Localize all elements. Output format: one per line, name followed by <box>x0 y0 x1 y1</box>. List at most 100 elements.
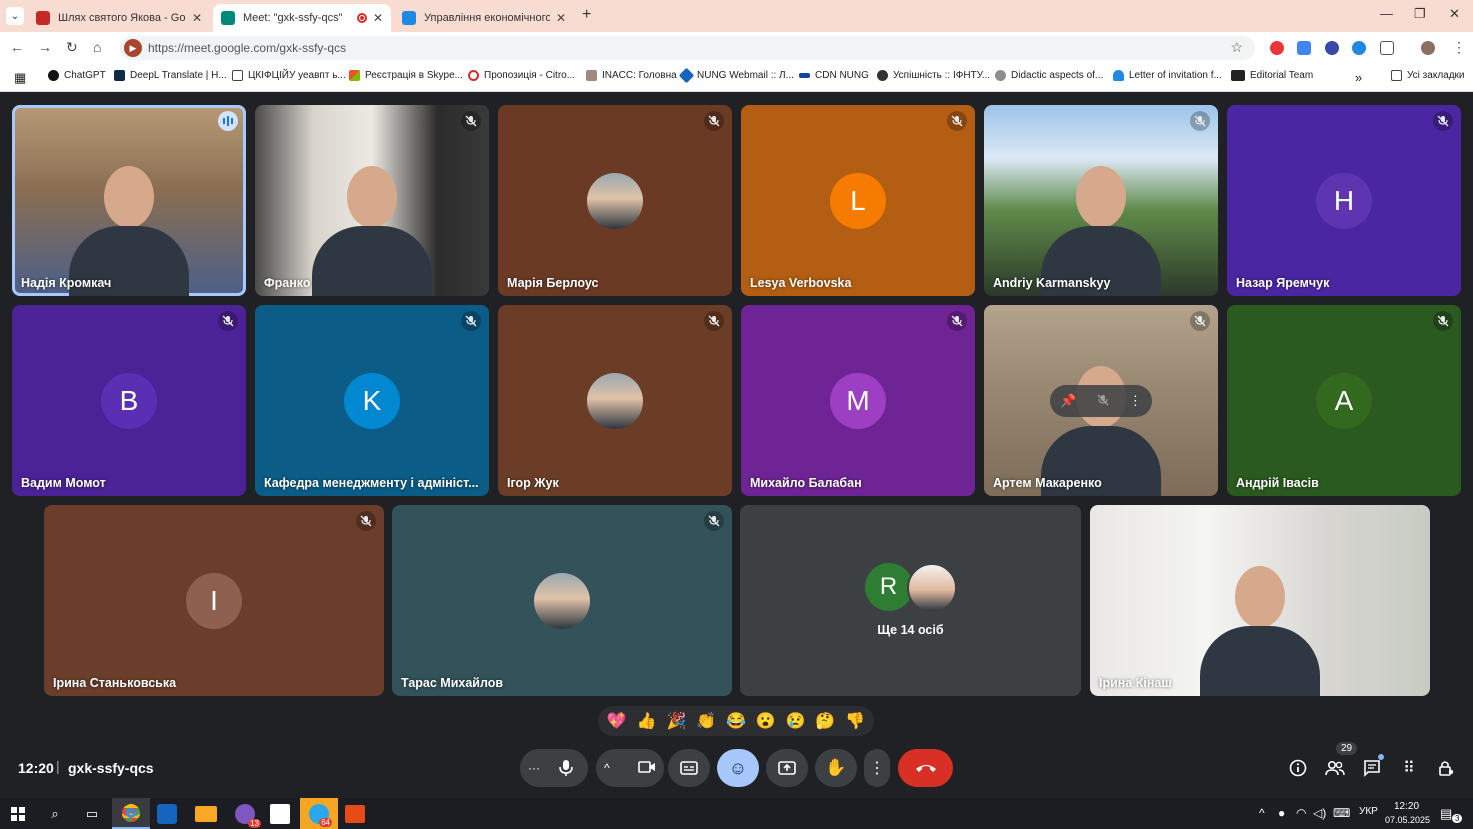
participant-tile[interactable]: B Вадим Момот <box>12 305 246 496</box>
captions-button[interactable] <box>668 749 710 787</box>
keyboard-icon[interactable]: ⌨ <box>1333 806 1350 820</box>
participant-tile[interactable]: Andriy Karmanskyy <box>984 105 1218 296</box>
reaction-emoji[interactable]: 👏 <box>693 711 719 731</box>
camera-site-icon[interactable]: ▶ <box>124 39 142 57</box>
tab-economic[interactable]: Управління економічного роз ✕ <box>394 4 574 32</box>
participant-tile[interactable]: K Кафедра менеджменту і адмініст... <box>255 305 489 496</box>
bookmark-star-icon[interactable]: ☆ <box>1230 39 1243 56</box>
tray-chevron-icon[interactable]: ^ <box>1259 806 1265 820</box>
reaction-emoji[interactable]: 👍 <box>634 711 660 731</box>
bookmark-uspishnist[interactable]: Успішність :: ІФНТУ... <box>877 70 990 81</box>
forward-icon[interactable]: → <box>38 39 52 55</box>
tray-mic-icon[interactable]: ● <box>1278 806 1285 820</box>
participant-tile[interactable]: I Ірина Станьковська <box>44 505 384 696</box>
present-button[interactable] <box>766 749 808 787</box>
save-app-icon[interactable] <box>157 804 177 824</box>
more-options-button[interactable]: ⋮ <box>864 749 890 787</box>
participant-tile[interactable]: Марія Берлоус <box>498 105 732 296</box>
telegram-icon[interactable]: 64 <box>300 798 338 829</box>
reaction-emoji[interactable]: 😢 <box>782 711 808 731</box>
bookmark-inacc[interactable]: INACC: Головна <box>586 70 677 81</box>
participant-tile[interactable]: Ірина Кінаш <box>1090 505 1430 696</box>
reaction-emoji[interactable]: 😮 <box>753 711 779 731</box>
close-tab-icon[interactable]: ✕ <box>556 11 566 25</box>
restore-icon[interactable]: ❐ <box>1414 6 1426 22</box>
profile-avatar[interactable] <box>1421 41 1435 55</box>
volume-icon[interactable]: ◁) <box>1313 806 1326 820</box>
pin-icon[interactable]: 📌 <box>1060 393 1076 409</box>
bookmark-citro[interactable]: Пропозиція - Citro... <box>468 70 575 81</box>
participant-tile[interactable]: Надія Кромкач <box>12 105 246 296</box>
translate-extension-icon[interactable] <box>1297 41 1311 55</box>
viber-icon[interactable]: 13 <box>233 802 261 828</box>
language-indicator[interactable]: УКР <box>1359 806 1378 817</box>
system-time[interactable]: 12:20 <box>1394 801 1419 812</box>
all-bookmarks[interactable]: Усі закладки <box>1391 70 1465 81</box>
bookmark-letter[interactable]: Letter of invitation f... <box>1113 70 1222 81</box>
leave-call-button[interactable] <box>898 749 953 787</box>
close-window-icon[interactable]: ✕ <box>1449 6 1460 22</box>
adblock-extension-icon[interactable] <box>1270 41 1284 55</box>
bookmark-editorial[interactable]: Editorial Team <box>1231 70 1313 81</box>
vpn-extension-icon[interactable] <box>1352 41 1366 55</box>
bookmark-webmail[interactable]: NUNG Webmail :: Л... <box>678 67 794 84</box>
camera-icon[interactable] <box>638 760 656 777</box>
presentation-app-icon[interactable] <box>345 805 365 823</box>
more-vert-icon[interactable]: ⋮ <box>1129 393 1142 409</box>
minimize-icon[interactable]: — <box>1380 6 1393 21</box>
search-icon[interactable]: ⌕ <box>43 802 67 826</box>
reaction-emoji[interactable]: 🎉 <box>663 711 689 731</box>
url-text[interactable]: https://meet.google.com/gxk-ssfy-qcs <box>148 41 346 55</box>
tab-search-button[interactable]: ⌄ <box>6 7 24 25</box>
participant-tile[interactable]: M Михайло Балабан <box>741 305 975 496</box>
host-controls-button[interactable] <box>1434 756 1458 780</box>
reaction-emoji[interactable]: 🤔 <box>812 711 838 731</box>
address-bar[interactable]: ▶ https://meet.google.com/gxk-ssfy-qcs ☆ <box>120 36 1255 60</box>
meeting-info-button[interactable] <box>1286 756 1310 780</box>
file-explorer-icon[interactable] <box>195 806 217 822</box>
close-tab-icon[interactable]: ✕ <box>373 11 383 25</box>
task-view-icon[interactable]: ▭ <box>80 802 104 826</box>
reload-icon[interactable]: ↻ <box>66 39 78 56</box>
new-tab-button[interactable]: + <box>582 6 591 24</box>
wifi-icon[interactable]: ◠ <box>1296 806 1306 820</box>
reaction-emoji[interactable]: 😂 <box>723 711 749 731</box>
bookmark-skype[interactable]: Реєстрація в Skype... <box>349 70 463 81</box>
chrome-taskbar-icon[interactable] <box>112 798 150 829</box>
audio-settings-icon[interactable]: ··· <box>528 761 540 775</box>
back-icon[interactable]: ← <box>10 39 24 55</box>
notifications-icon[interactable]: ▤ <box>1440 806 1452 822</box>
extensions-puzzle-icon[interactable] <box>1380 41 1394 55</box>
system-date[interactable]: 07.05.2025 <box>1385 815 1430 825</box>
mute-participant-icon[interactable] <box>1097 394 1109 409</box>
emoji-button[interactable]: ☺ <box>717 749 759 787</box>
close-tab-icon[interactable]: ✕ <box>192 11 202 25</box>
tab-gorgany[interactable]: Шлях святого Якова - Gorgany ✕ <box>28 4 210 32</box>
reaction-emoji[interactable]: 💖 <box>604 711 630 731</box>
microphone-icon[interactable] <box>552 754 580 782</box>
kebab-menu-icon[interactable]: ⋮ <box>1452 39 1466 56</box>
chat-button[interactable] <box>1360 754 1384 780</box>
participant-tile[interactable]: Артем Макаренко 📌 ⋮ <box>984 305 1218 496</box>
bookmark-didactic[interactable]: Didactic aspects of... <box>995 70 1103 81</box>
participant-tile[interactable]: A Андрій Івасів <box>1227 305 1461 496</box>
participant-tile[interactable]: L Lesya Verbovska <box>741 105 975 296</box>
apps-grid-icon[interactable]: ▦ <box>14 70 26 86</box>
windows-start-icon[interactable] <box>6 802 30 826</box>
participant-tile[interactable]: Франко <box>255 105 489 296</box>
raise-hand-button[interactable]: ✋ <box>815 749 857 787</box>
participant-tile[interactable]: R Ще 14 осіб <box>740 505 1081 696</box>
video-settings-icon[interactable]: ^ <box>604 761 610 775</box>
participant-tile[interactable]: Ігор Жук <box>498 305 732 496</box>
people-button[interactable] <box>1323 756 1347 780</box>
reaction-emoji[interactable]: 👎 <box>842 711 868 731</box>
bookmark-cdn[interactable]: CDN NUNG <box>799 70 869 81</box>
tab-meet[interactable]: Meet: "gxk-ssfy-qcs" ✕ <box>213 4 391 32</box>
participant-tile[interactable]: Тарас Михайлов <box>392 505 732 696</box>
activities-button[interactable]: ⠿ <box>1397 756 1421 780</box>
en-extension-icon[interactable] <box>1325 41 1339 55</box>
bookmark-folder[interactable]: ЦКІФЦІЙУ уеавпт ь... <box>232 70 346 81</box>
participant-tile[interactable]: H Назар Яремчук <box>1227 105 1461 296</box>
word-app-icon[interactable] <box>270 804 290 824</box>
more-bookmarks-icon[interactable]: » <box>1355 70 1362 85</box>
